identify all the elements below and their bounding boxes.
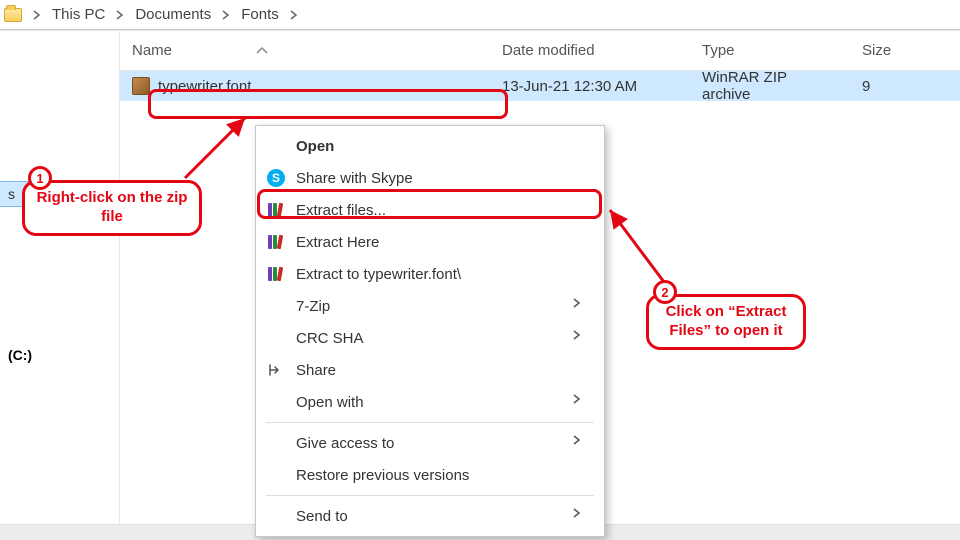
winrar-icon — [267, 265, 285, 283]
menu-send-to[interactable]: Send to — [256, 500, 604, 532]
file-modified: 13-Jun-21 12:30 AM — [490, 78, 690, 95]
annotation-highlight-file — [148, 89, 508, 119]
file-size: 9 — [850, 78, 960, 95]
skype-icon: S — [267, 169, 285, 187]
share-icon — [266, 360, 286, 380]
annotation-highlight-extract — [257, 189, 602, 219]
sort-caret-icon — [252, 45, 272, 57]
menu-open-label: Open — [296, 138, 588, 155]
menu-separator — [266, 422, 594, 423]
menu-restore-label: Restore previous versions — [296, 467, 588, 484]
menu-open[interactable]: Open — [256, 130, 604, 162]
annotation-text-1: Right-click on the zip file — [25, 183, 199, 233]
menu-share-skype-label: Share with Skype — [296, 170, 588, 187]
menu-crc-label: CRC SHA — [296, 330, 562, 347]
col-type[interactable]: Type — [690, 42, 850, 59]
menu-share[interactable]: Share — [256, 354, 604, 386]
chevron-right-icon — [219, 8, 233, 22]
breadcrumb-root[interactable]: This PC — [46, 4, 111, 25]
chevron-right-icon — [572, 298, 588, 314]
chevron-right-icon — [287, 8, 301, 22]
menu-give-access[interactable]: Give access to — [256, 427, 604, 459]
winrar-icon — [267, 233, 285, 251]
menu-7zip[interactable]: 7-Zip — [256, 290, 604, 322]
menu-separator — [266, 495, 594, 496]
zip-archive-icon — [132, 77, 150, 95]
col-name[interactable]: Name — [120, 42, 490, 59]
context-menu: Open S Share with Skype Extract files...… — [255, 125, 605, 537]
col-modified[interactable]: Date modified — [490, 42, 690, 59]
annotation-box-1: Right-click on the zip file — [22, 180, 202, 236]
annotation-number-1: 1 — [28, 166, 52, 190]
file-type: WinRAR ZIP archive — [690, 69, 850, 103]
menu-open-with-label: Open with — [296, 394, 562, 411]
menu-restore[interactable]: Restore previous versions — [256, 459, 604, 491]
annotation-text-2: Click on “Extract Files” to open it — [649, 297, 803, 347]
chevron-right-icon — [572, 394, 588, 410]
menu-send-to-label: Send to — [296, 508, 562, 525]
chevron-right-icon — [572, 435, 588, 451]
col-size[interactable]: Size — [850, 42, 960, 59]
menu-crc[interactable]: CRC SHA — [256, 322, 604, 354]
sidebar-item-drive[interactable]: (C:) — [0, 343, 119, 367]
menu-open-with[interactable]: Open with — [256, 386, 604, 418]
menu-extract-to[interactable]: Extract to typewriter.font\ — [256, 258, 604, 290]
menu-give-access-label: Give access to — [296, 435, 562, 452]
column-headers: Name Date modified Type Size — [120, 31, 960, 71]
nav-sidebar: s (C:) — [0, 31, 120, 524]
chevron-right-icon — [113, 8, 127, 22]
menu-extract-here-label: Extract Here — [296, 234, 588, 251]
chevron-right-icon — [572, 508, 588, 524]
col-name-label: Name — [132, 42, 172, 59]
menu-share-label: Share — [296, 362, 588, 379]
breadcrumb-item[interactable]: Fonts — [235, 4, 285, 25]
menu-7zip-label: 7-Zip — [296, 298, 562, 315]
chevron-right-icon — [572, 330, 588, 346]
annotation-number-2: 2 — [653, 280, 677, 304]
menu-extract-to-label: Extract to typewriter.font\ — [296, 266, 588, 283]
menu-extract-here[interactable]: Extract Here — [256, 226, 604, 258]
folder-icon — [4, 8, 22, 22]
chevron-right-icon — [30, 8, 44, 22]
address-bar[interactable]: This PC Documents Fonts — [0, 0, 960, 30]
breadcrumb-item[interactable]: Documents — [129, 4, 217, 25]
